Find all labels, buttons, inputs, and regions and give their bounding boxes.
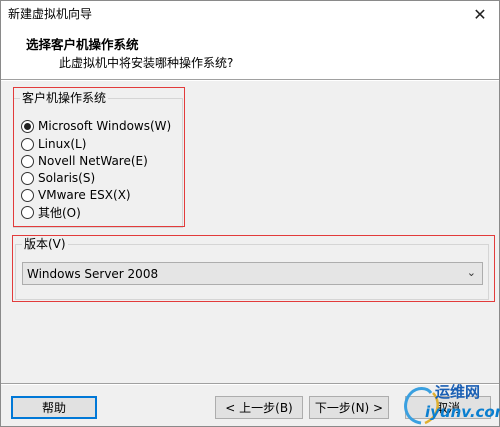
radio-button[interactable] xyxy=(21,188,34,202)
radio-button[interactable] xyxy=(21,171,34,185)
page-subtitle: 此虚拟机中将安装哪种操作系统? xyxy=(59,56,234,70)
radio-vmware-esx[interactable]: VMware ESX(X) xyxy=(21,186,131,204)
radio-label: Solaris(S) xyxy=(38,171,96,185)
cancel-button[interactable]: 取消 xyxy=(405,396,491,419)
chevron-down-icon[interactable]: ⌄ xyxy=(467,266,476,279)
radio-label: Linux(L) xyxy=(38,137,87,151)
help-button[interactable]: 帮助 xyxy=(11,396,97,419)
header-divider xyxy=(1,79,499,81)
radio-label: Novell NetWare(E) xyxy=(38,154,148,168)
guest-os-legend: 客户机操作系统 xyxy=(20,91,109,105)
radio-button[interactable] xyxy=(21,137,34,151)
radio-label: Microsoft Windows(W) xyxy=(38,119,172,133)
radio-button-checked[interactable] xyxy=(21,119,34,133)
radio-other[interactable]: 其他(O) xyxy=(21,203,81,221)
radio-button[interactable] xyxy=(21,154,34,168)
radio-label: VMware ESX(X) xyxy=(38,188,131,202)
radio-microsoft-windows[interactable]: Microsoft Windows(W) xyxy=(21,117,171,135)
back-button[interactable]: < 上一步(B) xyxy=(215,396,303,419)
close-icon[interactable]: ✕ xyxy=(467,3,493,25)
footer-divider xyxy=(1,383,499,385)
page-title: 选择客户机操作系统 xyxy=(26,37,139,52)
radio-button[interactable] xyxy=(21,205,34,219)
radio-novell-netware[interactable]: Novell NetWare(E) xyxy=(21,152,148,170)
radio-label: 其他(O) xyxy=(38,205,81,220)
next-button[interactable]: 下一步(N) > xyxy=(309,396,389,419)
version-selected-value: Windows Server 2008 xyxy=(27,266,159,281)
version-group: 版本(V) Windows Server 2008 ⌄ xyxy=(15,237,489,300)
version-select[interactable]: Windows Server 2008 ⌄ xyxy=(22,262,483,285)
title-bar: 新建虚拟机向导 ✕ xyxy=(1,1,499,27)
window-title: 新建虚拟机向导 xyxy=(8,7,93,21)
guest-os-group: 客户机操作系统 Microsoft Windows(W) Linux(L) No… xyxy=(13,91,183,228)
wizard-header: 选择客户机操作系统 此虚拟机中将安装哪种操作系统? xyxy=(1,27,499,79)
radio-solaris[interactable]: Solaris(S) xyxy=(21,169,95,187)
version-legend: 版本(V) xyxy=(22,237,68,251)
new-vm-wizard-window: 新建虚拟机向导 ✕ 选择客户机操作系统 此虚拟机中将安装哪种操作系统? 客户机操… xyxy=(0,0,500,427)
radio-linux[interactable]: Linux(L) xyxy=(21,135,86,153)
